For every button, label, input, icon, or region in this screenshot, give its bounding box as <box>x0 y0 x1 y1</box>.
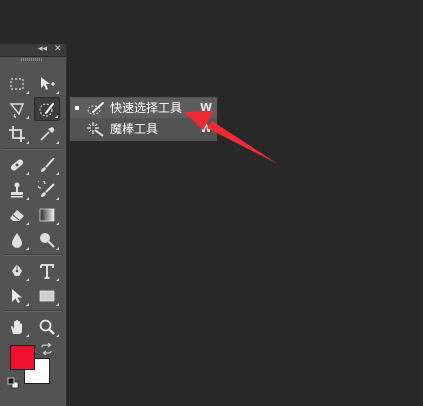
red-annotation-arrow <box>184 111 278 164</box>
arrow-shaft <box>207 121 278 164</box>
foreground-color-swatch[interactable] <box>10 345 35 370</box>
